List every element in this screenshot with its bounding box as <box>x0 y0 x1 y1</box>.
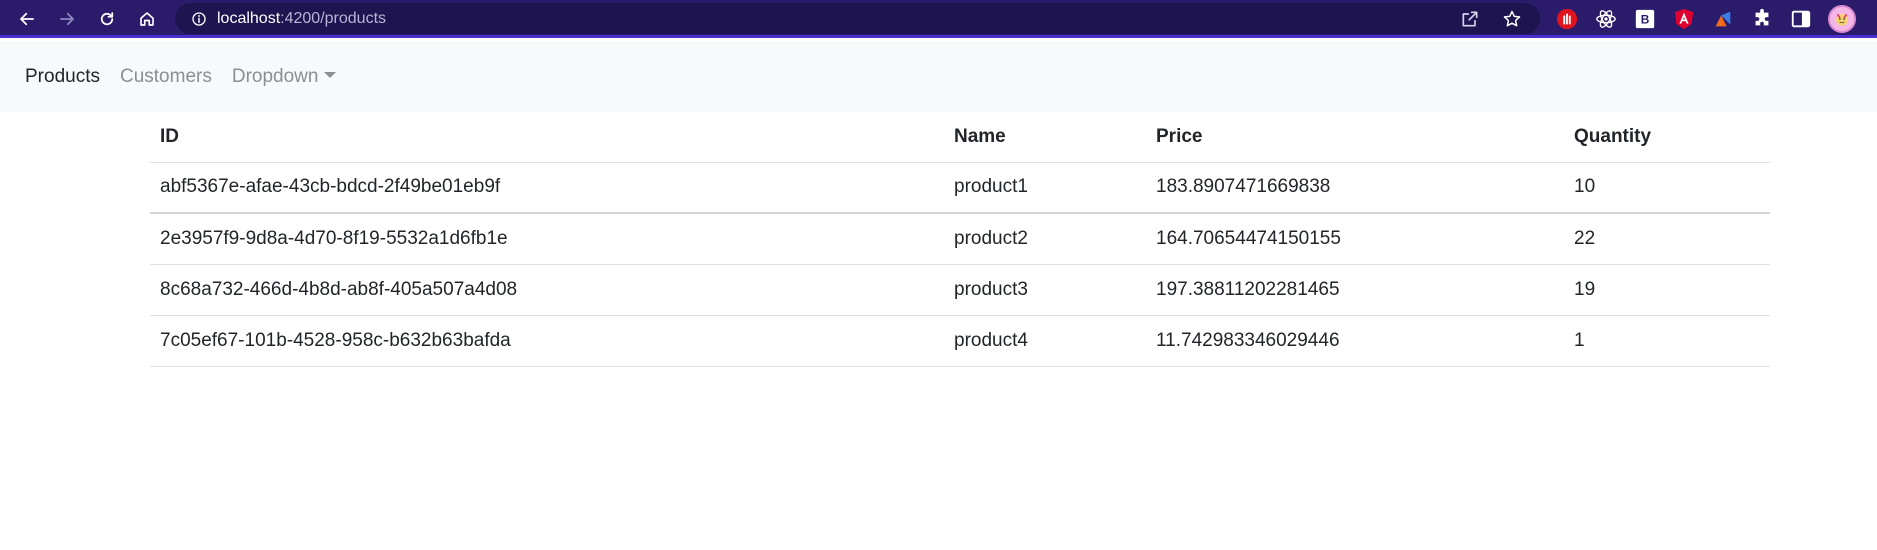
extension-red-hand[interactable] <box>1555 7 1579 31</box>
column-header-id: ID <box>150 112 944 163</box>
back-button[interactable] <box>14 6 40 32</box>
nav-dropdown-label: Dropdown <box>231 65 319 87</box>
nav-link-customers[interactable]: Customers <box>120 66 212 88</box>
extensions-button[interactable] <box>1750 7 1774 31</box>
cell-quantity: 10 <box>1564 162 1770 214</box>
hand-icon <box>1556 8 1578 30</box>
svg-text:B: B <box>1641 13 1650 27</box>
cell-price: 183.8907471669838 <box>1146 162 1564 214</box>
extensions-icon <box>1755 8 1769 26</box>
column-header-quantity: Quantity <box>1564 112 1770 163</box>
forward-button[interactable] <box>54 6 80 32</box>
products-table-container: ID Name Price Quantity abf5367e-afae-43c… <box>150 112 1770 367</box>
lighthouse-icon <box>1715 11 1731 27</box>
extension-lighthouse[interactable] <box>1711 7 1735 31</box>
cell-name: product3 <box>944 264 1146 316</box>
navbar: Products Customers Dropdown <box>0 41 1877 112</box>
side-panel-button[interactable] <box>1789 7 1813 31</box>
column-header-name: Name <box>944 112 1146 163</box>
nav-dropdown-toggle[interactable]: Dropdown <box>232 66 337 88</box>
sidebar-icon <box>1791 10 1811 28</box>
address-bar[interactable]: localhost:4200/products <box>175 3 1540 34</box>
cell-name: product4 <box>944 315 1146 367</box>
extension-angular[interactable] <box>1672 7 1696 31</box>
url-path: :4200/products <box>280 9 387 27</box>
angular-icon <box>1674 8 1694 30</box>
column-header-price: Price <box>1146 112 1564 163</box>
cell-id: 7c05ef67-101b-4528-958c-b632b63bafda <box>150 315 944 367</box>
star-icon[interactable] <box>1502 9 1522 29</box>
react-icon <box>1596 10 1616 28</box>
table-row: 7c05ef67-101b-4528-958c-b632b63bafda pro… <box>150 315 1770 367</box>
reload-button[interactable] <box>94 6 120 32</box>
back-icon <box>20 12 34 26</box>
table-row: 2e3957f9-9d8a-4d70-8f19-5532a1d6fb1e pro… <box>150 213 1770 265</box>
profile-avatar[interactable] <box>1828 5 1856 33</box>
cell-name: product2 <box>944 213 1146 265</box>
extension-react[interactable] <box>1594 7 1618 31</box>
info-icon[interactable] <box>191 11 207 27</box>
products-table: ID Name Price Quantity abf5367e-afae-43c… <box>150 112 1770 367</box>
caret-down-icon <box>324 71 337 78</box>
share-icon[interactable] <box>1460 9 1480 29</box>
cell-price: 11.742983346029446 <box>1146 315 1564 367</box>
home-icon <box>140 12 154 26</box>
toolbar-accent-line <box>0 35 1877 38</box>
cell-id: abf5367e-afae-43cb-bdcd-2f49be01eb9f <box>150 162 944 214</box>
cell-name: product1 <box>944 162 1146 214</box>
cell-price: 164.70654474150155 <box>1146 213 1564 265</box>
table-row: abf5367e-afae-43cb-bdcd-2f49be01eb9f pro… <box>150 162 1770 214</box>
url-text[interactable]: localhost:4200/products <box>217 10 386 28</box>
cell-quantity: 22 <box>1564 213 1770 265</box>
cell-id: 8c68a732-466d-4b8d-ab8f-405a507a4d08 <box>150 264 944 316</box>
reload-icon <box>100 12 114 26</box>
table-header-row: ID Name Price Quantity <box>150 112 1770 163</box>
cell-quantity: 19 <box>1564 264 1770 316</box>
cell-quantity: 1 <box>1564 315 1770 367</box>
cell-id: 2e3957f9-9d8a-4d70-8f19-5532a1d6fb1e <box>150 213 944 265</box>
b-icon: B <box>1635 9 1655 29</box>
cell-price: 197.38811202281465 <box>1146 264 1564 316</box>
home-button[interactable] <box>134 6 160 32</box>
forward-icon <box>60 12 74 26</box>
avatar-icon <box>1836 14 1848 26</box>
table-row: 8c68a732-466d-4b8d-ab8f-405a507a4d08 pro… <box>150 264 1770 316</box>
nav-link-products[interactable]: Products <box>25 66 100 88</box>
extension-b[interactable]: B <box>1633 7 1657 31</box>
url-host: localhost <box>217 9 281 27</box>
browser-toolbar: localhost:4200/products B <box>0 0 1877 38</box>
